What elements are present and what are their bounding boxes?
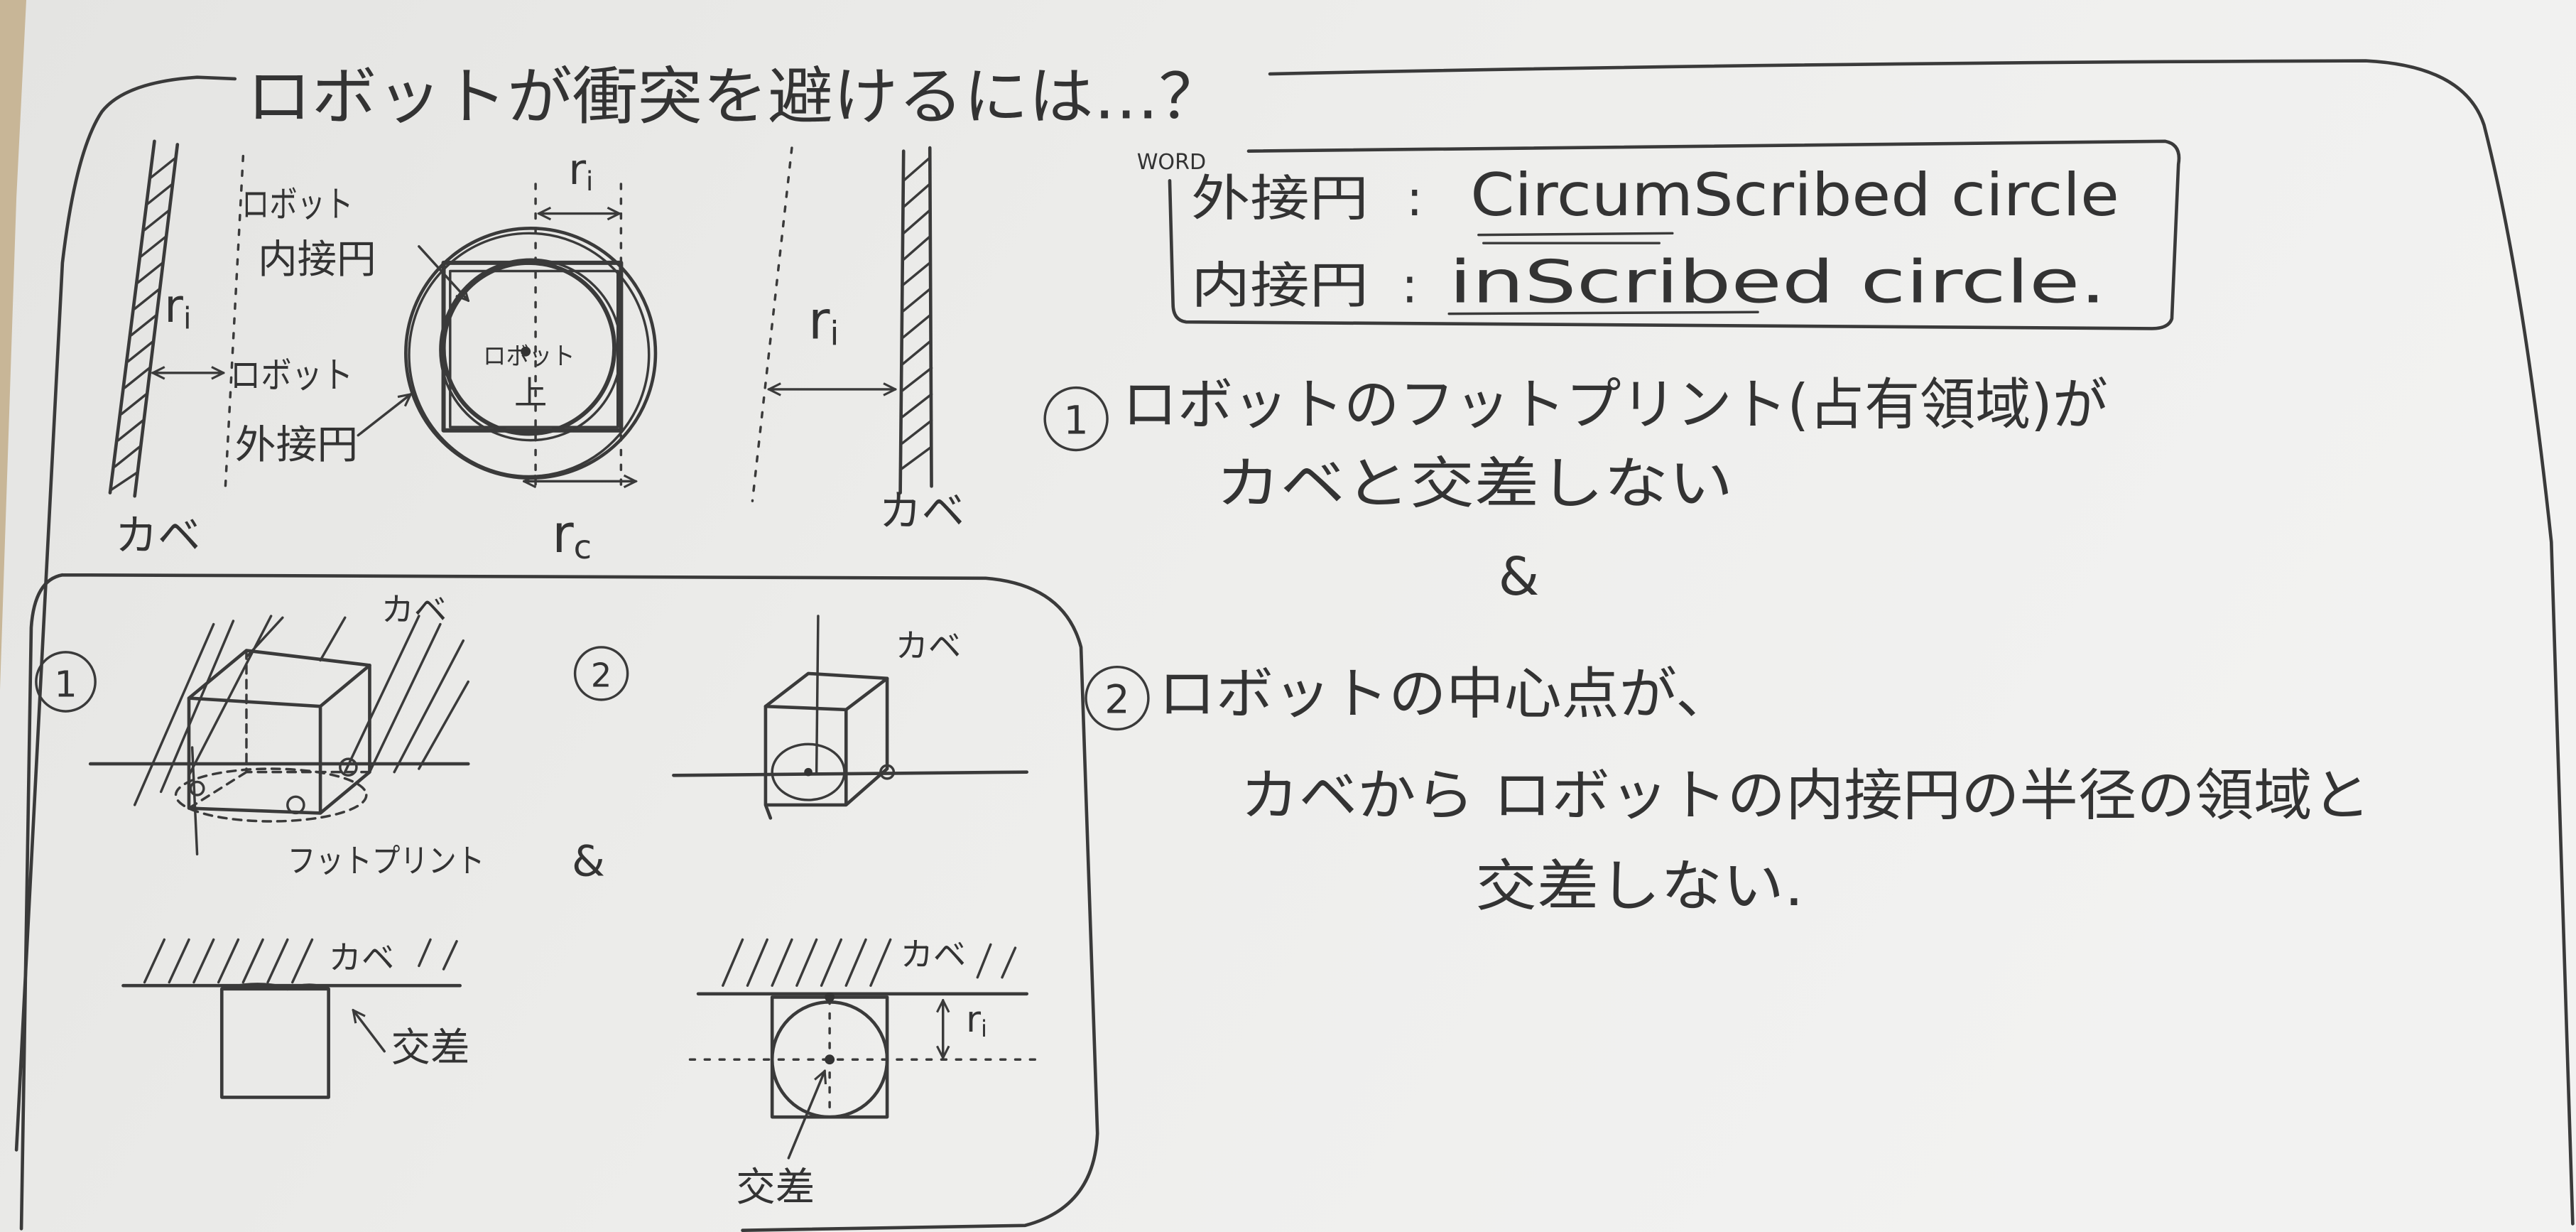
condition-one-line1: ロボットのフットプリント(占有領域)が [1122,372,2108,438]
panel-four-cross-label: 交差 [736,1165,815,1211]
condition-one-marker: 1 [1063,397,1088,443]
robot-label-line2: 上 [514,374,547,412]
condition-two-marker: 2 [1104,676,1129,723]
circumscribed-label-line1: ロボット [230,355,353,396]
circumscribed-label-line2: 外接円 [235,422,358,468]
panel-two-wall-label: カベ [896,627,962,665]
panel-four-touch-dot [825,992,835,1003]
panel-one-marker: 1 [54,663,77,705]
word-entry-1-english: CircumScribed circle [1470,161,2119,229]
panel-four-wall-label: カベ [901,935,967,973]
word-entry-2-sep: : [1401,257,1418,314]
panel-four-center-dot [825,1054,835,1065]
condition-two-line3: 交差しない. [1475,853,1804,919]
word-entry-2-english: inScribed circle. [1449,247,2106,316]
panel-three-wall-label: カベ [329,939,395,977]
page-title: ロボットが衝突を避けるには…？ [246,60,1224,133]
panel-two-vertical-line [815,615,820,774]
inscribed-label-line2: 内接円 [258,237,376,283]
left-wall-label: カベ [115,512,200,561]
condition-one-line2: カベと交差しない [1216,450,1734,516]
conditions-and: & [1499,546,1540,607]
notebook-page: ロボットが衝突を避けるには…？ カベ ri ロボット 内接円 ロボット 外接円 … [0,0,2576,1232]
word-entry-1-sep: : [1406,171,1423,227]
right-wall-label: カベ [879,487,964,536]
bottom-box-and: & [572,836,605,886]
word-entry-2-term: 内接円 [1191,257,1369,314]
condition-two-line2: カベから ロボットの内接円の半径の領域と [1240,763,2370,828]
panel-two-marker: 2 [591,656,612,694]
panel-one-footprint-label: フットプリント [288,842,485,880]
panel-three-cross-label: 交差 [391,1025,470,1071]
panel-one-wall-label: カベ [381,590,447,629]
panel-two-center-dot [804,767,813,777]
word-entry-1-term: 外接円 [1191,171,1369,227]
word-entry-2-underline [1447,310,1759,315]
robot-label-line1: ロボット [483,342,575,371]
inscribed-label-line1: ロボット [241,183,353,225]
condition-two-line1: ロボットの中心点が、 [1158,661,1734,726]
